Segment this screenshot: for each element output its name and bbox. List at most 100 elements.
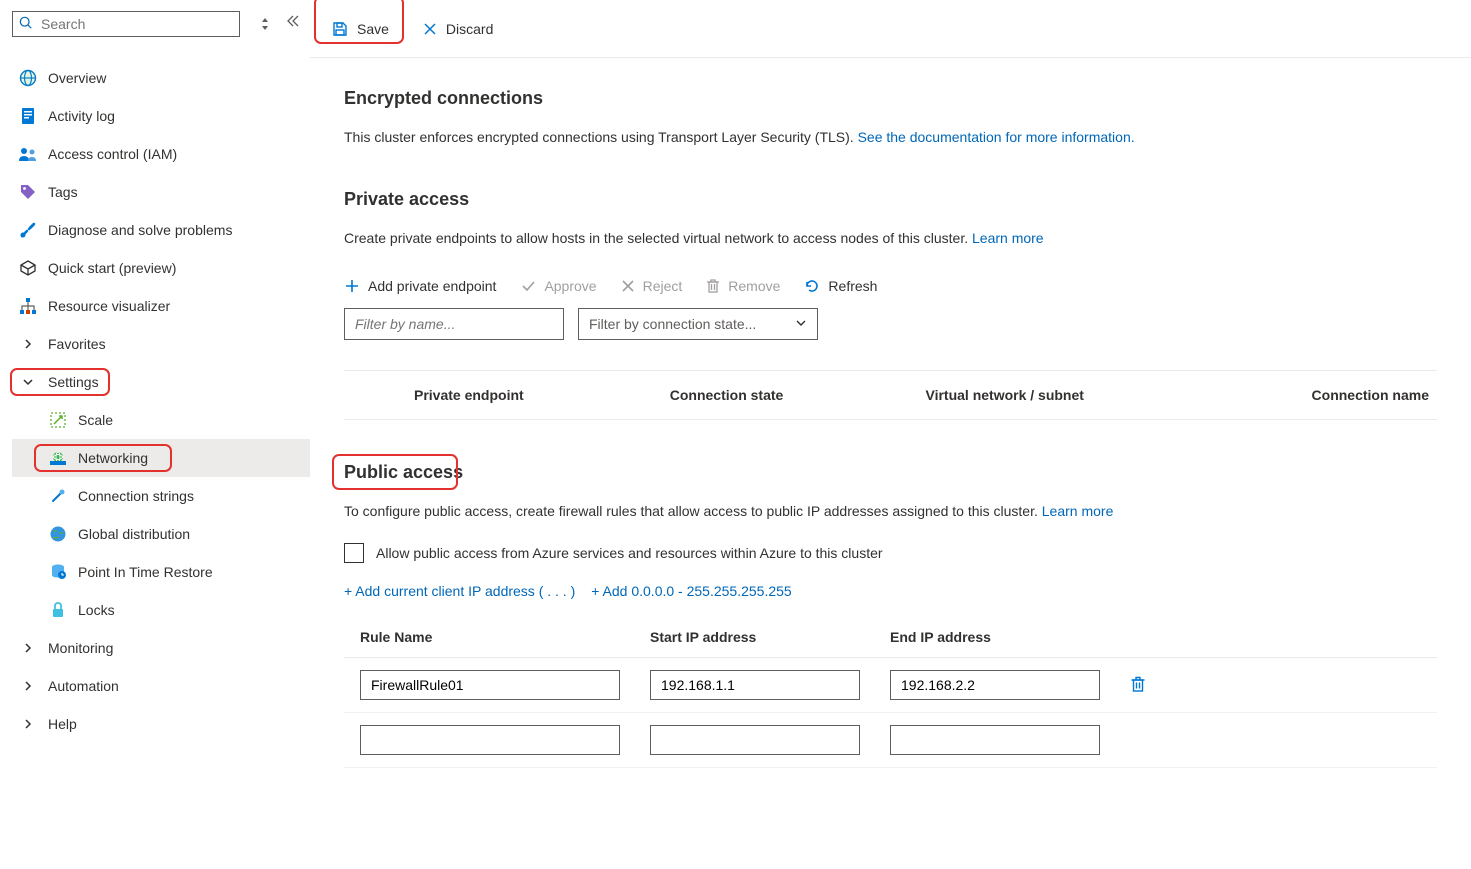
label: Activity log <box>48 108 115 124</box>
sidebar-item-locks[interactable]: Locks <box>12 591 310 629</box>
lock-icon <box>48 600 68 620</box>
private-learn-more-link[interactable]: Learn more <box>972 230 1044 246</box>
remove-button: Remove <box>706 278 780 294</box>
add-all-ip-link[interactable]: + Add 0.0.0.0 - 255.255.255.255 <box>591 583 791 599</box>
sidebar-item-favorites[interactable]: Favorites <box>12 325 310 363</box>
filter-by-name-input[interactable] <box>344 308 564 340</box>
label: Add private endpoint <box>368 278 496 294</box>
firewall-row <box>344 658 1437 713</box>
search-box[interactable] <box>12 11 240 37</box>
label: Point In Time Restore <box>78 564 213 580</box>
sidebar-item-automation[interactable]: Automation <box>12 667 310 705</box>
label: Automation <box>48 678 119 694</box>
col-start-ip: Start IP address <box>650 629 890 645</box>
sidebar-item-quick-start[interactable]: Quick start (preview) <box>12 249 310 287</box>
label: Resource visualizer <box>48 298 170 314</box>
sidebar-item-help[interactable]: Help <box>12 705 310 743</box>
refresh-button[interactable]: Refresh <box>804 278 877 294</box>
toolbar: Save Discard <box>310 0 1471 58</box>
sidebar-item-networking[interactable]: Networking <box>12 439 310 477</box>
add-private-endpoint-button[interactable]: Add private endpoint <box>344 278 496 294</box>
tools-icon <box>18 220 38 240</box>
encrypted-desc: This cluster enforces encrypted connecti… <box>344 127 1437 147</box>
label: Locks <box>78 602 115 618</box>
chevron-down-icon <box>18 372 38 392</box>
sidebar-item-global-distribution[interactable]: Global distribution <box>12 515 310 553</box>
section-title-private: Private access <box>344 189 1437 210</box>
chevron-right-icon <box>18 638 38 658</box>
people-icon <box>18 144 38 164</box>
connection-icon <box>48 486 68 506</box>
sidebar-item-scale[interactable]: Scale <box>12 401 310 439</box>
col-vnet-subnet: Virtual network / subnet <box>926 387 1182 403</box>
save-button[interactable]: Save <box>318 12 403 46</box>
label: Networking <box>78 450 148 466</box>
cube-icon <box>18 258 38 278</box>
label: Approve <box>544 278 596 294</box>
allow-azure-checkbox[interactable] <box>344 543 364 563</box>
add-client-ip-link[interactable]: + Add current client IP address ( . . . … <box>344 583 575 599</box>
label: Reject <box>643 278 683 294</box>
close-icon <box>621 279 635 293</box>
save-icon <box>332 21 348 37</box>
sidebar-item-resource-visualizer[interactable]: Resource visualizer <box>12 287 310 325</box>
label: Refresh <box>828 278 877 294</box>
globe-dist-icon <box>48 524 68 544</box>
check-icon <box>520 278 536 294</box>
public-learn-more-link[interactable]: Learn more <box>1042 503 1114 519</box>
plus-icon <box>344 278 360 294</box>
chevron-down-icon <box>795 316 807 332</box>
approve-button: Approve <box>520 278 596 294</box>
label: Discard <box>446 21 493 37</box>
label: Monitoring <box>48 640 113 656</box>
globe-icon <box>18 68 38 88</box>
sidebar-item-overview[interactable]: Overview <box>12 59 310 97</box>
delete-rule-button[interactable] <box>1130 675 1421 696</box>
start-ip-input[interactable] <box>650 725 860 755</box>
rule-name-input[interactable] <box>360 670 620 700</box>
search-input[interactable] <box>39 15 233 33</box>
label: Save <box>357 21 389 37</box>
sidebar-item-monitoring[interactable]: Monitoring <box>12 629 310 667</box>
label: Global distribution <box>78 526 190 542</box>
private-desc: Create private endpoints to allow hosts … <box>344 228 1437 248</box>
sidebar-item-connection-strings[interactable]: Connection strings <box>12 477 310 515</box>
filter-by-state-select[interactable]: Filter by connection state... <box>578 308 818 340</box>
label: Tags <box>48 184 78 200</box>
firewall-table: Rule Name Start IP address End IP addres… <box>344 629 1437 768</box>
encrypted-doc-link[interactable]: See the documentation for more informati… <box>858 129 1135 145</box>
reject-button: Reject <box>621 278 683 294</box>
restore-icon <box>48 562 68 582</box>
sidebar-item-activity-log[interactable]: Activity log <box>12 97 310 135</box>
allow-azure-label: Allow public access from Azure services … <box>376 545 883 561</box>
sidebar-item-access-control[interactable]: Access control (IAM) <box>12 135 310 173</box>
end-ip-input[interactable] <box>890 670 1100 700</box>
trash-icon <box>1130 675 1146 696</box>
sort-toggle-icon[interactable] <box>260 18 270 30</box>
end-ip-input[interactable] <box>890 725 1100 755</box>
section-title-encrypted: Encrypted connections <box>344 88 1437 109</box>
sidebar-item-diagnose[interactable]: Diagnose and solve problems <box>12 211 310 249</box>
label: Connection strings <box>78 488 194 504</box>
col-end-ip: End IP address <box>890 629 1130 645</box>
sidebar-item-pit-restore[interactable]: Point In Time Restore <box>12 553 310 591</box>
col-connection-state: Connection state <box>670 387 926 403</box>
tag-icon <box>18 182 38 202</box>
sidebar-item-settings[interactable]: Settings <box>12 363 310 401</box>
discard-button[interactable]: Discard <box>409 12 507 46</box>
label: Favorites <box>48 336 106 352</box>
collapse-sidebar-icon[interactable] <box>286 14 300 30</box>
trash-icon <box>706 278 720 294</box>
sidebar-item-tags[interactable]: Tags <box>12 173 310 211</box>
close-icon <box>423 22 437 36</box>
scale-icon <box>48 410 68 430</box>
chevron-right-icon <box>18 676 38 696</box>
start-ip-input[interactable] <box>650 670 860 700</box>
rule-name-input[interactable] <box>360 725 620 755</box>
section-title-public: Public access <box>344 462 463 483</box>
label: Access control (IAM) <box>48 146 177 162</box>
col-private-endpoint: Private endpoint <box>414 387 670 403</box>
label: Quick start (preview) <box>48 260 176 276</box>
label: Diagnose and solve problems <box>48 222 232 238</box>
public-desc: To configure public access, create firew… <box>344 501 1437 521</box>
